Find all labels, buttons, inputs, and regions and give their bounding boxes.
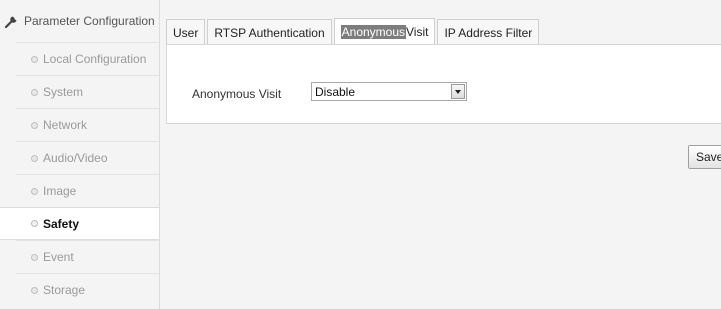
sidebar-item-network[interactable]: Network [16, 108, 159, 141]
tab-rtsp-authentication[interactable]: RTSP Authentication [207, 19, 332, 45]
bullet-icon [31, 286, 38, 294]
sidebar-item-label: Audio/Video [43, 151, 108, 165]
bullet-icon [31, 88, 38, 96]
sidebar-item-event[interactable]: Event [16, 240, 159, 273]
sidebar-header[interactable]: Parameter Configuration [0, 0, 159, 42]
sidebar-item-label: Storage [43, 283, 86, 297]
sidebar: Parameter Configuration Local Configurat… [0, 0, 160, 309]
sidebar-item-label: Event [43, 250, 74, 264]
bullet-icon [31, 187, 38, 195]
tab-label-highlight: Anonymous [340, 25, 407, 39]
save-button-label: Save [696, 150, 721, 164]
tab-label: User [173, 25, 199, 40]
sidebar-header-label: Parameter Configuration [24, 14, 155, 28]
bullet-icon [31, 121, 38, 129]
sidebar-item-label: Local Configuration [43, 52, 147, 66]
sidebar-item-label: Safety [43, 216, 80, 231]
tab-ip-address-filter[interactable]: IP Address Filter [437, 19, 540, 45]
sidebar-item-audio-video[interactable]: Audio/Video [16, 141, 159, 174]
bullet-icon [31, 55, 38, 63]
sidebar-item-label: System [43, 85, 84, 99]
sidebar-item-label: Network [43, 118, 88, 132]
bullet-icon [31, 253, 38, 261]
anonymous-visit-label: Anonymous Visit [192, 87, 282, 101]
save-button[interactable]: Save [688, 145, 721, 169]
sidebar-item-local-configuration[interactable]: Local Configuration [16, 42, 159, 75]
sidebar-item-image[interactable]: Image [16, 174, 159, 207]
tab-label: Visit [406, 25, 429, 39]
sidebar-item-label: Image [43, 184, 77, 198]
dropdown-arrow-icon[interactable] [451, 84, 465, 99]
bullet-icon [31, 154, 38, 162]
sidebar-item-system[interactable]: System [16, 75, 159, 108]
wrench-icon [4, 13, 20, 29]
bullet-icon [31, 220, 38, 227]
tab-label: IP Address Filter [444, 25, 533, 40]
tab-anonymous-visit[interactable]: Anonymous Visit [333, 18, 436, 45]
select-value: Disable [315, 84, 356, 99]
sidebar-item-safety[interactable]: Safety [0, 207, 159, 240]
anonymous-visit-select[interactable]: Disable [311, 82, 467, 101]
sidebar-item-storage[interactable]: Storage [16, 273, 159, 306]
tab-label: RTSP Authentication [214, 25, 325, 40]
tab-bar: User RTSP Authentication Anonymous Visit… [166, 18, 541, 45]
tab-user[interactable]: User [166, 19, 206, 45]
settings-panel: Anonymous Visit Disable [166, 44, 721, 124]
